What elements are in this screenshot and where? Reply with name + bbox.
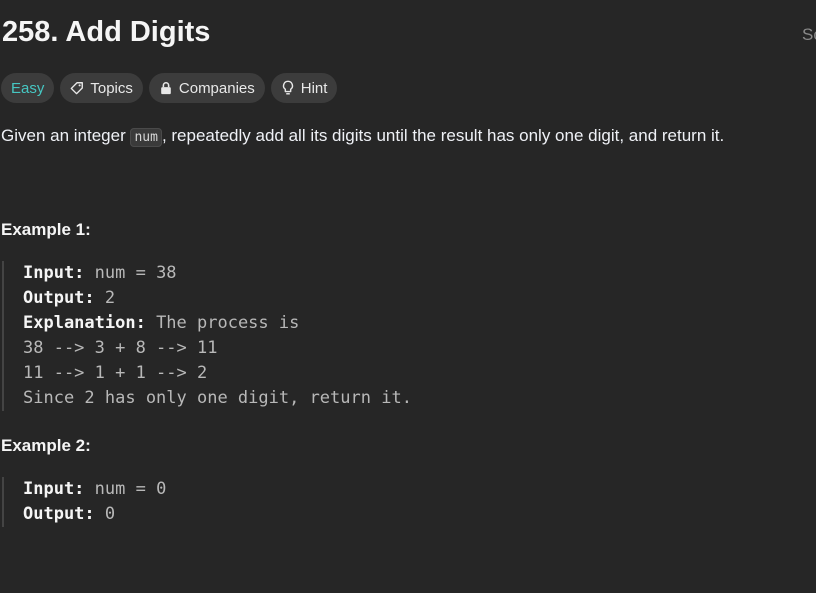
solutions-tab-partial[interactable]: So [802,25,816,45]
example-1-output-value: 2 [94,288,116,308]
example-2-input-label: Input: [23,479,85,499]
description-text-end: , repeatedly add all its digits until th… [161,126,725,145]
example-1-input-value: num = 38 [84,263,177,283]
topics-label: Topics [90,79,133,97]
page-title: 258. Add Digits [2,16,211,48]
problem-description: Given an integer num, repeatedly add all… [1,126,725,147]
companies-button[interactable]: Companies [148,73,265,103]
lock-icon [159,81,173,95]
example-2-output-value: 0 [94,504,116,524]
hint-label: Hint [300,79,328,97]
example-1-explanation-line: Since 2 has only one digit, return it. [23,388,412,408]
topics-button[interactable]: Topics [60,73,143,103]
example-2-output-label: Output: [23,504,95,524]
example-2-input-value: num = 0 [84,479,167,499]
problem-tags: Easy Topics Companies Hint [1,73,338,103]
tag-icon [70,81,84,95]
difficulty-badge[interactable]: Easy [1,73,55,103]
example-1-explanation-value: The process is [145,313,300,333]
hint-button[interactable]: Hint [270,73,338,103]
example-1-explanation-line: 38 --> 3 + 8 --> 11 [23,338,218,358]
example-1-explanation-label: Explanation: [23,313,146,333]
example-2-heading: Example 2: [1,436,91,455]
example-2-block: Input: num = 0 Output: 0 [2,477,166,527]
example-1-heading: Example 1: [1,220,91,239]
example-1-explanation-line: 11 --> 1 + 1 --> 2 [23,363,208,383]
example-1-output-label: Output: [23,288,95,308]
example-1-block: Input: num = 38 Output: 2 Explanation: T… [2,261,412,411]
inline-code-num: num [130,128,162,147]
companies-label: Companies [178,79,255,97]
lightbulb-icon [281,80,295,96]
example-1-input-label: Input: [23,263,85,283]
description-text-start: Given an integer [1,126,131,145]
